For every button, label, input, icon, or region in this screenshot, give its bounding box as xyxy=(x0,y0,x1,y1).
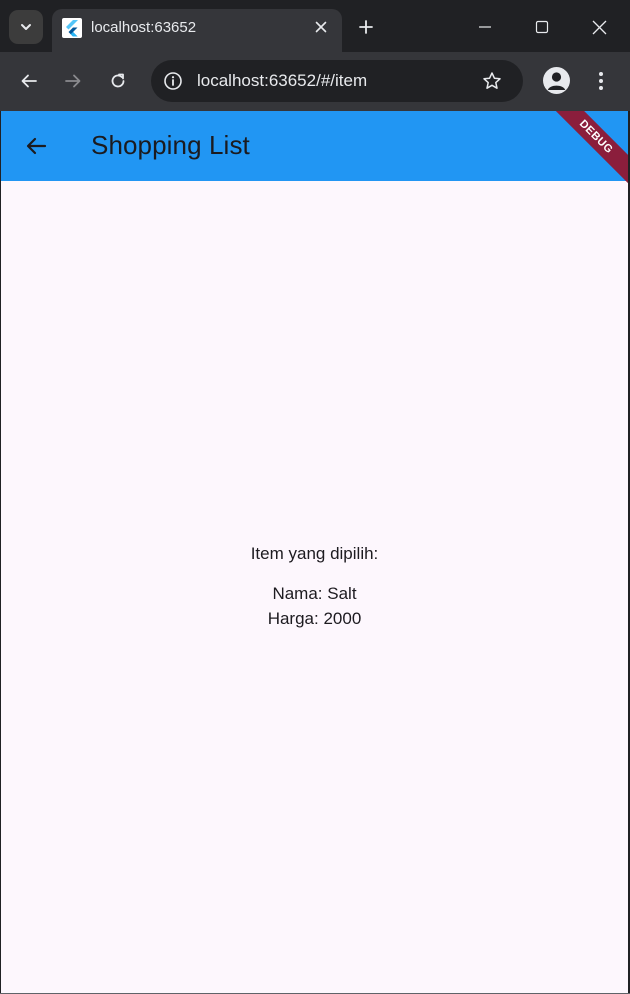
app-back-button[interactable] xyxy=(18,128,54,164)
chevron-down-icon xyxy=(21,24,31,30)
arrow-back-icon xyxy=(26,137,47,155)
maximize-button[interactable] xyxy=(527,12,557,42)
info-icon xyxy=(164,72,182,90)
bookmark-button[interactable] xyxy=(481,70,503,92)
more-vertical-icon xyxy=(599,72,603,90)
star-icon xyxy=(483,72,501,89)
maximize-icon xyxy=(535,20,549,34)
reload-icon xyxy=(111,73,125,88)
page-title: Shopping List xyxy=(91,130,250,160)
item-price: Harga: 2000 xyxy=(267,608,362,628)
browser-toolbar: localhost:63652/#/item xyxy=(0,52,630,111)
app-bar: Shopping List DEBUG xyxy=(1,111,628,187)
close-icon xyxy=(315,21,327,33)
tab-title: localhost:63652 xyxy=(91,19,197,36)
close-icon xyxy=(592,20,606,34)
browser-tab[interactable]: localhost:63652 xyxy=(52,9,342,52)
arrow-left-icon xyxy=(21,74,37,88)
profile-avatar[interactable] xyxy=(543,67,570,94)
reload-button[interactable] xyxy=(103,66,133,96)
app-viewport: Shopping List DEBUG Item yang dipilih: N… xyxy=(1,111,628,993)
minimize-button[interactable] xyxy=(470,12,500,42)
person-icon xyxy=(547,72,566,90)
selected-item-heading: Item yang dipilih: xyxy=(250,543,379,563)
flutter-favicon-icon xyxy=(62,18,82,38)
debug-banner: DEBUG xyxy=(546,111,628,187)
plus-icon xyxy=(359,20,373,34)
back-button[interactable] xyxy=(14,66,44,96)
tab-search-button[interactable] xyxy=(9,10,43,44)
item-detail: Item yang dipilih: Nama: Salt Harga: 200… xyxy=(1,181,628,993)
forward-button[interactable] xyxy=(58,66,88,96)
address-bar[interactable]: localhost:63652/#/item xyxy=(151,60,523,102)
site-info-button[interactable] xyxy=(162,70,184,92)
minimize-icon xyxy=(479,26,491,28)
browser-window: localhost:63652 localhost:63652/#/item S… xyxy=(0,0,630,994)
item-name: Nama: Salt xyxy=(272,583,357,603)
window-close-button[interactable] xyxy=(584,12,614,42)
tab-close-button[interactable] xyxy=(310,16,332,38)
tab-strip: localhost:63652 xyxy=(0,0,630,52)
new-tab-button[interactable] xyxy=(352,13,380,41)
url-text: localhost:63652/#/item xyxy=(197,71,368,90)
arrow-right-icon xyxy=(65,74,81,88)
browser-menu-button[interactable] xyxy=(586,66,616,96)
